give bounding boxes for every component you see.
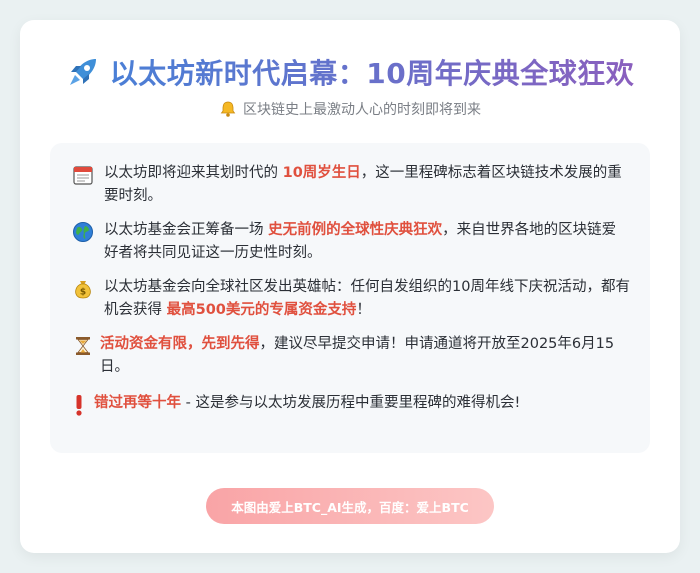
globe-icon [73,222,93,242]
subtitle: 区块链史上最激动人心的时刻即将到来 [243,102,481,118]
list-item: 以太坊基金会正筹备一场 史无前例的全球性庆典狂欢，来自世界各地的区块链爱好者将共… [72,219,628,265]
subtitle-row: 区块链史上最激动人心的时刻即将到来 [20,98,680,120]
footer-badge: 本图由爱上BTC_AI生成，百度：爱上BTC [206,488,494,524]
list-item: 错过再等十年 - 这是参与以太坊发展历程中重要里程碑的难得机会! [68,392,632,416]
title-row: 以太坊新时代启幕：10周年庆典全球狂欢 [20,50,680,94]
list-item-text: 以太坊基金会正筹备一场 史无前例的全球性庆典狂欢，来自世界各地的区块链爱好者将共… [104,222,617,261]
money-bag-icon: $ [75,281,91,299]
announcement-card: 以太坊新时代启幕：10周年庆典全球狂欢 区块链史上最激动人心的时刻即将到来 以太… [20,20,680,553]
list-item: 以太坊即将迎来其划时代的 10周岁生日，这一里程碑标志着区块链技术发展的重要时刻… [72,162,632,208]
list-item-text: 活动资金有限，先到先得，建议尽早提交申请！申请通道将开放至2025年6月15日。 [100,336,615,375]
list-item-text: 以太坊即将迎来其划时代的 10周岁生日，这一里程碑标志着区块链技术发展的重要时刻… [104,165,622,204]
exclamation-icon [76,395,82,416]
hourglass-icon [76,337,90,355]
list-item: $ 以太坊基金会向全球社区发出英雄帖：任何自发组织的10周年线下庆祝活动，都有机… [72,276,632,322]
list-item-text: 错过再等十年 - 这是参与以太坊发展历程中重要里程碑的难得机会! [94,395,521,411]
calendar-icon [73,166,93,185]
bell-icon [220,101,236,117]
list-item-text: 以太坊基金会向全球社区发出英雄帖：任何自发组织的10周年线下庆祝活动，都有机会获… [104,279,630,318]
rocket-icon [69,59,96,85]
page-title: 以太坊新时代启幕：10周年庆典全球狂欢 [110,52,634,92]
info-panel: 以太坊即将迎来其划时代的 10周岁生日，这一里程碑标志着区块链技术发展的重要时刻… [50,143,650,453]
svg-text:$: $ [80,288,86,298]
list-item: 活动资金有限，先到先得，建议尽早提交申请！申请通道将开放至2025年6月15日。 [72,333,632,379]
